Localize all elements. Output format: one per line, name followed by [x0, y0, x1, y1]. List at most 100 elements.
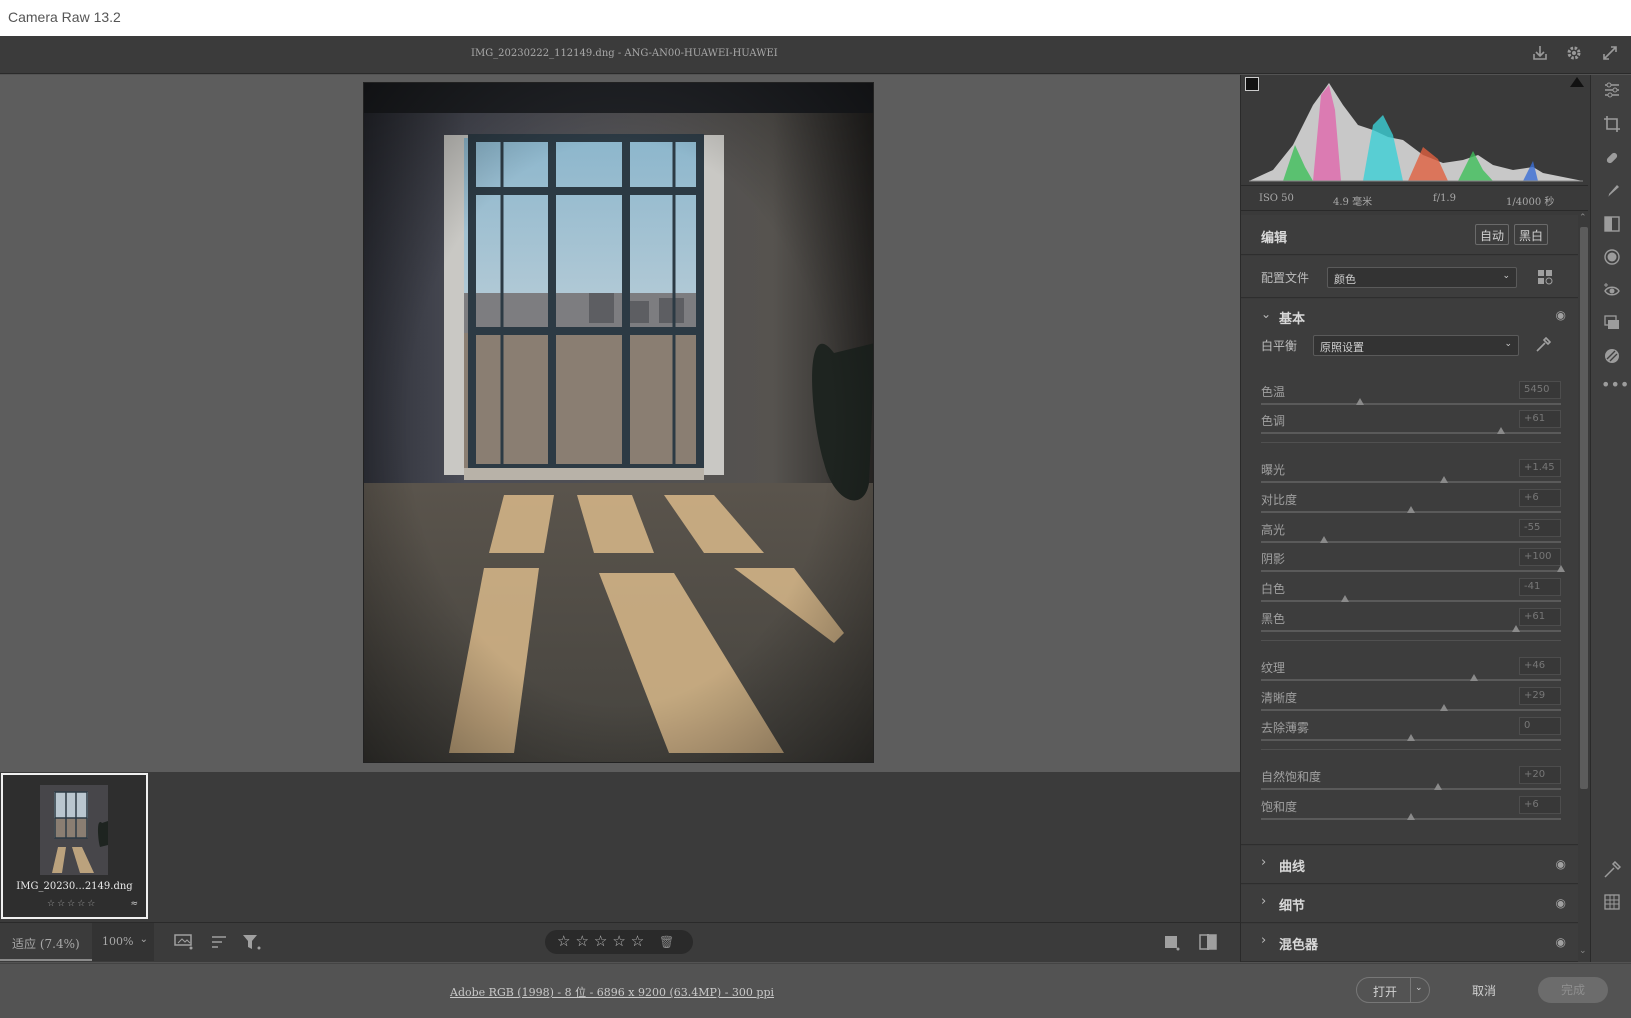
open-button[interactable]: 打开 ⌄: [1356, 977, 1430, 1003]
panel-scrollbar[interactable]: ⌃ ⌄: [1578, 213, 1590, 962]
slider-row[interactable]: 去除薄雾 0: [1261, 717, 1561, 745]
zoom-fit-button[interactable]: 适应 (7.4%): [0, 923, 92, 961]
slider-handle[interactable]: [1434, 783, 1442, 790]
crop-icon[interactable]: [1601, 115, 1623, 137]
settings-gear-icon[interactable]: [1563, 44, 1585, 66]
slider-row[interactable]: 曝光 +1.45: [1261, 459, 1561, 487]
slider-value-field[interactable]: +100: [1519, 548, 1561, 566]
visibility-eye-icon[interactable]: ◉: [1556, 857, 1566, 871]
slider-value-field[interactable]: +61: [1519, 410, 1561, 428]
slider-handle[interactable]: [1320, 536, 1328, 543]
slider-track[interactable]: [1261, 403, 1561, 405]
more-options-icon[interactable]: •••: [1601, 375, 1629, 397]
black-white-button[interactable]: 黑白: [1514, 224, 1549, 245]
before-after-view-icon[interactable]: [1198, 933, 1218, 955]
slider-row[interactable]: 对比度 +6: [1261, 489, 1561, 517]
slider-handle[interactable]: [1470, 674, 1478, 681]
single-view-icon[interactable]: [1162, 933, 1180, 955]
slider-track[interactable]: [1261, 679, 1561, 681]
cancel-button[interactable]: 取消: [1472, 982, 1496, 999]
slider-track[interactable]: [1261, 570, 1561, 572]
basic-title[interactable]: 基本: [1279, 308, 1305, 327]
slider-handle[interactable]: [1440, 476, 1448, 483]
slider-row[interactable]: 纹理 +46: [1261, 657, 1561, 685]
radial-filter-icon[interactable]: [1601, 248, 1623, 270]
profile-select[interactable]: 颜色 ⌄: [1327, 267, 1517, 288]
visibility-eye-icon[interactable]: ◉: [1556, 308, 1566, 322]
slider-row[interactable]: 自然饱和度 +20: [1261, 766, 1561, 794]
slider-row[interactable]: 色温 5450: [1261, 381, 1561, 409]
scroll-down-icon[interactable]: ⌄: [1579, 946, 1587, 956]
rating-stars-value[interactable]: ☆☆☆☆☆: [557, 932, 649, 950]
slider-handle[interactable]: [1497, 427, 1505, 434]
slider-track[interactable]: [1261, 541, 1561, 543]
curve-panel-header[interactable]: › 曲线 ◉: [1241, 846, 1578, 884]
trash-icon[interactable]: 🗑: [659, 935, 674, 949]
slider-value-field[interactable]: +46: [1519, 657, 1561, 675]
slider-value-field[interactable]: +61: [1519, 608, 1561, 626]
slider-value-field[interactable]: 0: [1519, 717, 1561, 735]
white-balance-select[interactable]: 原照设置 ⌄: [1313, 335, 1519, 356]
filter-icon[interactable]: [242, 933, 262, 955]
slider-track[interactable]: [1261, 481, 1561, 483]
chevron-down-icon[interactable]: ⌄: [1261, 307, 1271, 321]
slider-row[interactable]: 清晰度 +29: [1261, 687, 1561, 715]
slider-row[interactable]: 白色 -41: [1261, 578, 1561, 606]
slider-value-field[interactable]: +29: [1519, 687, 1561, 705]
auto-button[interactable]: 自动: [1475, 224, 1510, 245]
visibility-eye-icon[interactable]: ◉: [1556, 896, 1566, 910]
slider-value-field[interactable]: -55: [1519, 519, 1561, 537]
slider-value-field[interactable]: +1.45: [1519, 459, 1561, 477]
slider-handle[interactable]: [1407, 506, 1415, 513]
eyedropper-icon[interactable]: [1535, 336, 1552, 357]
slider-row[interactable]: 高光 -55: [1261, 519, 1561, 547]
graduated-filter-icon[interactable]: [1601, 215, 1623, 237]
adjustment-brush-icon[interactable]: [1601, 182, 1623, 204]
image-canvas[interactable]: [0, 75, 1240, 772]
edit-sliders-icon[interactable]: [1601, 81, 1623, 103]
slider-value-field[interactable]: +6: [1519, 796, 1561, 814]
slider-handle[interactable]: [1341, 595, 1349, 602]
slider-value-field[interactable]: +6: [1519, 489, 1561, 507]
sort-icon[interactable]: [210, 933, 228, 955]
red-eye-icon[interactable]: [1601, 281, 1623, 303]
zoom-level-dropdown[interactable]: 100% ⌄: [92, 923, 154, 961]
slider-row[interactable]: 阴影 +100: [1261, 548, 1565, 576]
visibility-eye-icon[interactable]: ◉: [1556, 935, 1566, 949]
slider-handle[interactable]: [1557, 565, 1565, 572]
profile-browser-icon[interactable]: [1537, 269, 1553, 289]
color-sampler-icon[interactable]: [1601, 860, 1623, 883]
filmstrip-thumbnail[interactable]: IMG_20230...2149.dng ☆☆☆☆☆ ≈: [1, 773, 148, 919]
slider-track[interactable]: [1261, 600, 1561, 602]
chevron-down-icon[interactable]: ⌄: [1415, 983, 1423, 993]
done-button[interactable]: 完成: [1538, 977, 1608, 1003]
healing-brush-icon[interactable]: [1601, 149, 1623, 171]
slider-value-field[interactable]: -41: [1519, 578, 1561, 596]
slider-row[interactable]: 色调 +61: [1261, 410, 1561, 438]
workflow-options-link[interactable]: Adobe RGB (1998) - 8 位 - 6896 x 9200 (63…: [450, 984, 774, 1000]
slider-handle[interactable]: [1440, 704, 1448, 711]
photo-preview[interactable]: [363, 82, 874, 763]
slider-handle[interactable]: [1512, 625, 1520, 632]
presets-icon[interactable]: [1601, 347, 1623, 369]
slider-handle[interactable]: [1407, 813, 1415, 820]
slider-value-field[interactable]: 5450: [1519, 381, 1561, 399]
fullscreen-icon[interactable]: [1599, 44, 1621, 66]
slider-track[interactable]: [1261, 432, 1561, 434]
mixer-panel-header[interactable]: › 混色器 ◉: [1241, 924, 1578, 962]
slider-row[interactable]: 黑色 +61: [1261, 608, 1561, 636]
save-icon[interactable]: [1529, 44, 1551, 66]
scrollbar-thumb[interactable]: [1580, 227, 1588, 789]
grid-overlay-icon[interactable]: [1601, 893, 1623, 915]
slider-track[interactable]: [1261, 788, 1561, 790]
rating-stars[interactable]: ☆☆☆☆☆ 🗑: [545, 930, 693, 954]
filmstrip-options-icon[interactable]: [174, 933, 194, 955]
slider-track[interactable]: [1261, 709, 1561, 711]
detail-panel-header[interactable]: › 细节 ◉: [1241, 885, 1578, 923]
slider-handle[interactable]: [1407, 734, 1415, 741]
slider-handle[interactable]: [1356, 398, 1364, 405]
thumbnail-rating-stars[interactable]: ☆☆☆☆☆: [47, 899, 97, 909]
scroll-up-icon[interactable]: ⌃: [1579, 213, 1587, 223]
snapshots-icon[interactable]: [1601, 314, 1623, 336]
slider-row[interactable]: 饱和度 +6: [1261, 796, 1561, 824]
